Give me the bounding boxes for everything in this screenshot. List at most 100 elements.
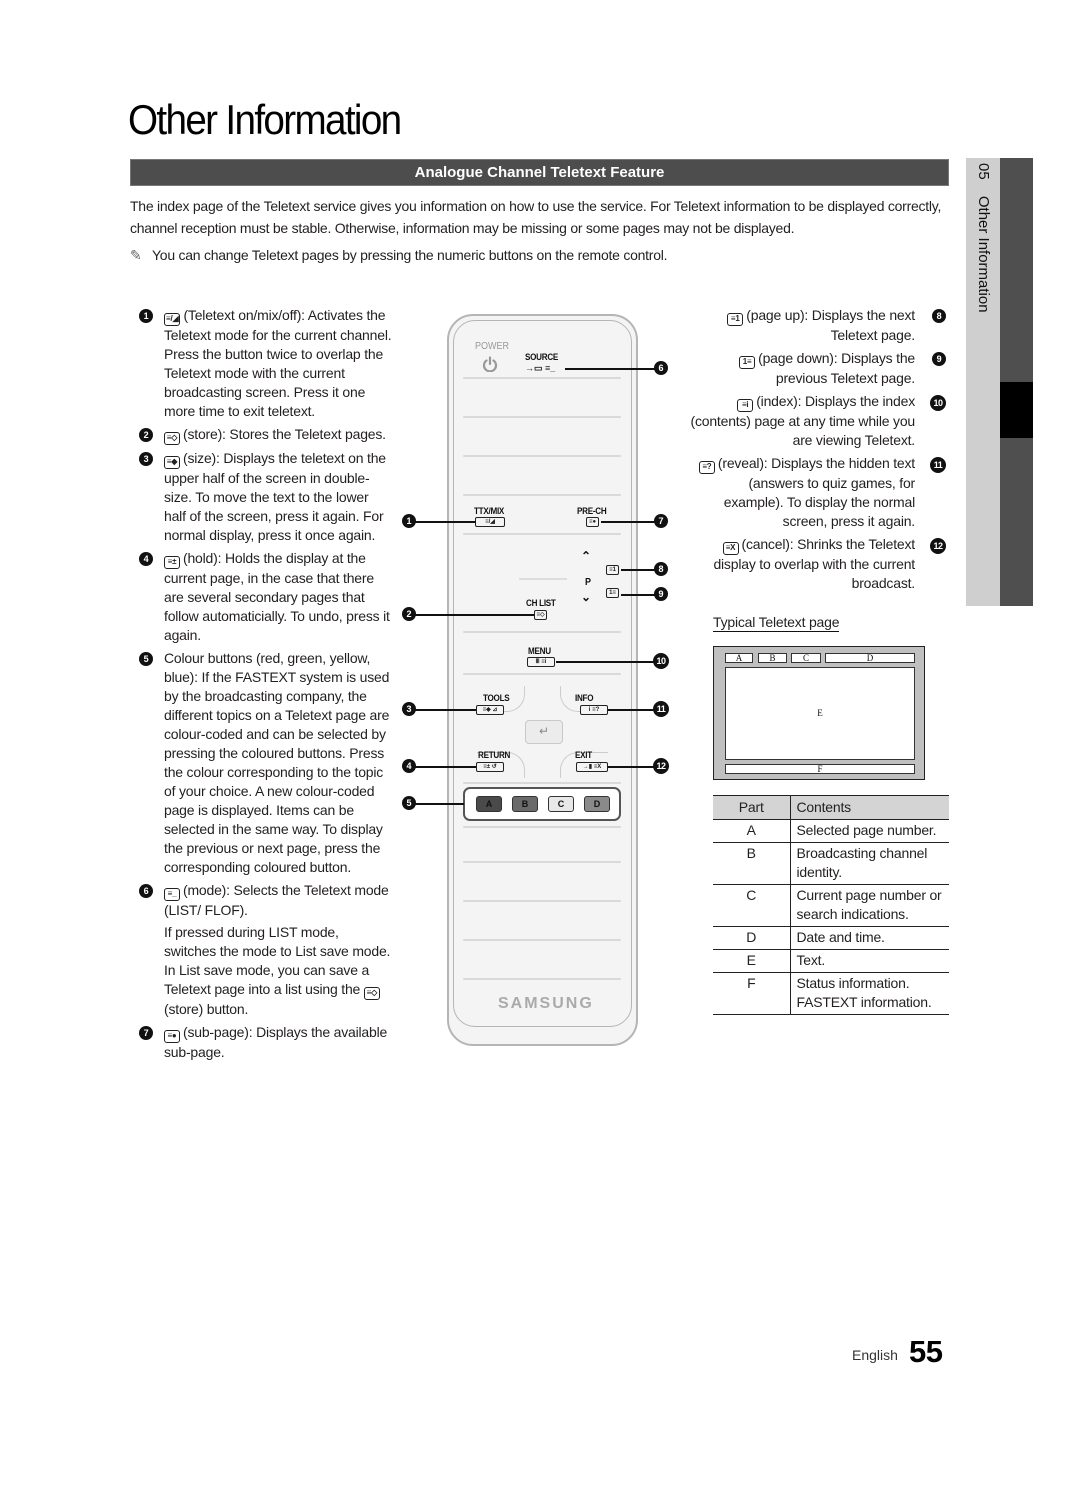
page-down-icon: 1≡ [606,588,619,598]
p-label: P [585,577,591,588]
description-item-10: 10 ≡i (index): Displays the index (conten… [690,392,948,450]
source-icon: →▭ ≡_ [524,363,557,374]
callout-number: 1 [139,309,153,323]
remote-divider [519,578,567,580]
remote-divider [463,861,621,863]
description-text: (hold): Holds the display at the current… [164,550,390,643]
remote-divider [463,978,621,980]
teletext-box-e: E [725,667,915,760]
callout-4: 4 [402,759,416,773]
remote-divider [463,782,621,784]
store-icon: ≡◇ [363,987,380,1000]
part-cell: C [713,884,791,927]
power-icon [482,356,498,372]
description-text: (reveal): Displays the hidden text (answ… [717,455,915,529]
chapter-tab-marker [1000,382,1033,438]
contents-cell: Selected page number. [790,819,949,843]
callout-6: 6 [654,361,668,375]
remote-divider [463,939,621,941]
teletext-diagram-title: Typical Teletext page [713,614,840,632]
page-title: Other Information [128,96,402,143]
remote-divider [463,533,621,535]
info-label: INFO [575,693,594,703]
sub-page-icon: ≡● [164,1030,180,1043]
menu-label: MENU [528,646,551,656]
table-row: C Current page number or search indicatio… [713,884,949,927]
description-item-5: 5 Colour buttons (red, green, yellow, bl… [139,649,393,877]
pencil-note-icon: ✎ [130,247,142,263]
samsung-logo: SAMSUNG [498,995,594,1012]
color-button-c: C [548,796,574,812]
note-text: You can change Teletext pages by pressin… [152,247,668,263]
callout-number: 10 [930,395,946,411]
leader-line [608,709,656,711]
size-icon: ≡◆ [164,456,180,469]
part-cell: D [713,926,791,950]
pre-ch-label: PRE-CH [577,506,607,516]
leader-line [414,803,464,805]
contents-cell: Status information. FASTEXT information. [790,972,949,1015]
description-text: (Teletext on/mix/off): Activates the Tel… [164,307,392,419]
exit-label: EXIT [575,750,592,760]
leader-line [414,709,476,711]
description-extra-text: (store) button. [164,1001,249,1017]
description-item-11: 11 ≡? (reveal): Displays the hidden text … [690,454,948,531]
part-cell: E [713,949,791,973]
leader-line [556,661,656,663]
teletext-box-b: B [758,653,787,663]
callout-number: 12 [930,538,946,554]
description-item-1: 1 ≡/◢ (Teletext on/mix/off): Activates th… [139,306,393,421]
description-text: (page down): Displays the previous Telet… [758,350,915,386]
callout-5: 5 [402,796,416,810]
table-row: E Text. [713,949,949,973]
callout-number: 4 [139,552,153,566]
hold-icon: ≡± [164,556,180,569]
callout-2: 2 [402,607,416,621]
color-button-a: A [476,796,502,812]
chapter-number: 05 [975,163,992,180]
footer-language: English [852,1347,898,1363]
leader-line [608,766,656,768]
callout-number: 11 [930,457,946,473]
callout-11: 11 [653,701,669,717]
callout-12: 12 [653,758,669,774]
tools-label: TOOLS [483,693,510,703]
callout-number: 8 [932,309,946,323]
enter-icon: ↵ [525,720,563,744]
remote-divider [463,377,621,379]
reveal-icon: i ≡? [580,705,608,715]
description-text: (size): Displays the teletext on the upp… [164,450,386,543]
page-up-icon: ≡1 [606,565,619,575]
teletext-box-a: A [725,653,753,663]
callout-number: 3 [139,452,153,466]
table-header-row: Part Contents [713,795,949,820]
cancel-icon: ≡X [722,542,739,555]
reveal-icon: ≡? [698,461,715,474]
sub-page-icon: ≡● [586,517,599,527]
cancel-icon: →▮ ≡X [576,762,608,772]
teletext-mix-icon: ≡/◢ [475,517,505,527]
description-extra-text: If pressed during LIST mode, switches th… [164,924,391,997]
left-descriptions: 1 ≡/◢ (Teletext on/mix/off): Activates th… [139,306,393,1066]
source-label: SOURCE [525,352,559,362]
channel-down-icon: ⌄ [581,590,592,604]
right-descriptions: 8 ≡1 (page up): Displays the next Teletex… [690,306,948,597]
teletext-mix-icon: ≡/◢ [164,313,181,326]
channel-up-icon: ⌃ [581,549,592,563]
description-text: (cancel): Shrinks the Teletext display t… [713,536,915,591]
ttx-mix-label: TTX/MIX [474,506,505,516]
callout-10: 10 [653,653,669,669]
teletext-box-d: D [825,653,915,663]
page-down-icon: 1≡ [739,356,756,369]
note-paragraph: ✎ You can change Teletext pages by pressi… [130,244,952,266]
color-button-b: B [512,796,538,812]
color-button-d: D [584,796,610,812]
description-item-9: 9 1≡ (page down): Displays the previous T… [690,349,948,388]
chapter-label: 05 Other Information [970,163,996,363]
table-row: F Status information. FASTEXT information… [713,972,949,1015]
return-label: RETURN [478,750,511,760]
remote-divider [463,900,621,902]
size-icon: ≡◆ ⊿ [476,705,504,715]
contents-cell: Broadcasting channel identity. [790,842,949,885]
leader-line [414,614,534,616]
